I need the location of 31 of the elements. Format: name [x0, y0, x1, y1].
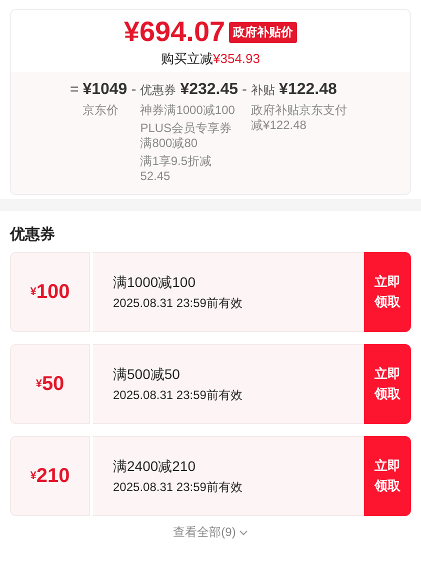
claim-button[interactable]: 立即领取 — [364, 436, 411, 516]
coupon-value-stub: ¥210 — [10, 436, 90, 516]
operator-sign: = — [70, 80, 79, 100]
instant-saving-text: 购买立减¥354.93 — [161, 50, 260, 68]
coupon-validity: 2025.08.31 23:59前有效 — [113, 387, 244, 404]
coupon-value-stub: ¥50 — [10, 344, 90, 424]
operator-sign: - — [242, 80, 248, 100]
coupon-value-stub: ¥100 — [10, 252, 90, 332]
view-all-link[interactable]: 查看全部(9) — [173, 524, 248, 541]
coupon-condition: 满500减50 — [113, 365, 181, 384]
claim-button[interactable]: 立即领取 — [364, 252, 411, 332]
operator-sign: - — [131, 80, 136, 100]
breakdown-note: 满1享9.5折减52.45 — [140, 154, 213, 184]
breakdown-amount: ¥232.45 — [180, 80, 238, 100]
final-price: ¥694.07 — [124, 16, 226, 48]
breakdown-amount: ¥1049 — [82, 80, 128, 100]
subsidy-price-badge: 政府补贴价 — [229, 22, 298, 42]
section-title: 优惠券 — [10, 225, 56, 244]
breakdown-label: 补贴 — [251, 82, 276, 99]
breakdown-note: PLUS会员专享券满800减80 — [140, 121, 233, 151]
breakdown-note: 京东价 — [82, 103, 120, 118]
chevron-down-icon — [238, 530, 248, 536]
coupon-validity: 2025.08.31 23:59前有效 — [113, 479, 244, 496]
coupon-condition: 满2400减210 — [113, 457, 197, 476]
breakdown-note: 政府补贴京东支付减¥122.48 — [251, 103, 348, 133]
breakdown-note: 神券满1000减100 — [140, 103, 236, 118]
breakdown-label: 优惠券 — [140, 82, 176, 99]
coupon-validity: 2025.08.31 23:59前有效 — [113, 295, 244, 312]
coupon-condition: 满1000减100 — [113, 273, 197, 292]
breakdown-amount: ¥122.48 — [279, 80, 337, 100]
claim-button[interactable]: 立即领取 — [364, 344, 411, 424]
